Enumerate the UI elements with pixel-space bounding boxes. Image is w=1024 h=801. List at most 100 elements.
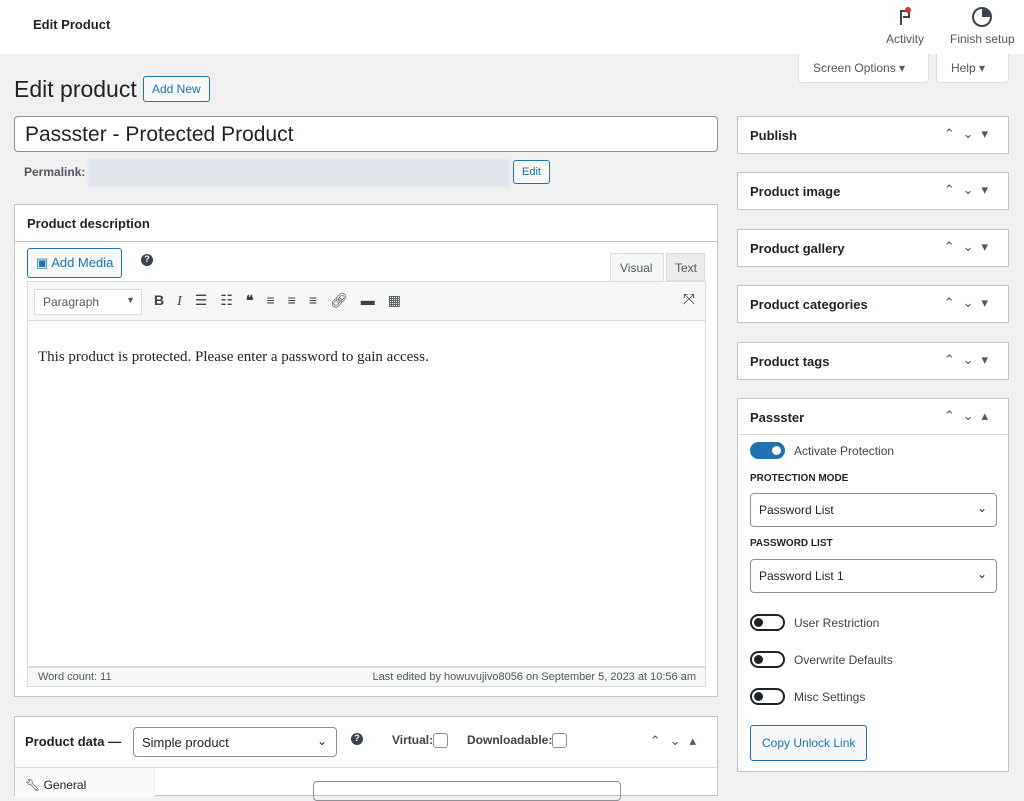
word-count: Word count: 11 bbox=[38, 671, 112, 683]
product-gallery-box[interactable]: Product gallery ⌃⌄▾ bbox=[737, 229, 1009, 267]
fullscreen-icon[interactable]: ⤧ bbox=[683, 291, 695, 308]
format-select[interactable]: Paragraph ▼ bbox=[34, 289, 142, 315]
align-right-icon[interactable]: ≡ bbox=[309, 292, 317, 308]
add-new-button[interactable]: Add New bbox=[143, 76, 210, 102]
downloadable-option[interactable]: Downloadable: bbox=[467, 733, 568, 749]
overwrite-defaults-toggle[interactable]: Overwrite Defaults bbox=[750, 651, 893, 668]
password-list-label: PASSWORD LIST bbox=[750, 538, 833, 549]
finish-setup-label: Finish setup bbox=[950, 32, 1015, 46]
protection-mode-label: PROTECTION MODE bbox=[750, 473, 849, 484]
permalink-url-redacted[interactable] bbox=[88, 159, 510, 187]
product-description-box: Product description ▣ Add Media ? Visual… bbox=[14, 204, 718, 697]
box-controls[interactable]: ⌃⌄▴ bbox=[944, 408, 996, 424]
toolbar-toggle-icon[interactable]: ▦ bbox=[388, 292, 401, 309]
top-bar-title: Edit Product bbox=[33, 17, 111, 32]
misc-settings-toggle[interactable]: Misc Settings bbox=[750, 688, 865, 705]
editor-status-bar: Word count: 11 Last edited by howuvujivo… bbox=[27, 667, 706, 687]
box-title: Product categories bbox=[750, 297, 868, 312]
toggle-label: Activate Protection bbox=[794, 443, 895, 458]
editor-toolbar: Paragraph ▼ B I ☰ ☷ ❝ ≡ ≡ ≡ 🔗︎ ▬ ▦ ⤧ bbox=[27, 281, 706, 321]
align-center-icon[interactable]: ≡ bbox=[288, 292, 296, 308]
product-type-value: Simple product bbox=[142, 735, 229, 750]
numbered-list-icon[interactable]: ☷ bbox=[220, 292, 233, 309]
toggle-switch[interactable] bbox=[750, 614, 785, 631]
chevron-down-icon: ⌄ bbox=[976, 567, 987, 581]
add-media-button[interactable]: ▣ Add Media bbox=[27, 248, 123, 278]
toggle-label: Misc Settings bbox=[794, 689, 866, 704]
virtual-option[interactable]: Virtual: bbox=[392, 733, 449, 749]
tab-text[interactable]: Text bbox=[666, 253, 705, 281]
screen-options-button[interactable]: Screen Options ▾ bbox=[798, 54, 929, 83]
protection-mode-value: Password List bbox=[759, 503, 834, 517]
page-title: Edit product bbox=[14, 76, 137, 102]
product-data-box: Product data — Simple product ⌄ ? Virtual… bbox=[14, 716, 718, 801]
product-tags-box[interactable]: Product tags ⌃⌄▾ bbox=[737, 342, 1009, 380]
chevron-down-icon: ⌄ bbox=[316, 734, 327, 748]
product-title-input[interactable]: Passster - Protected Product bbox=[14, 116, 718, 152]
activity-label: Activity bbox=[886, 32, 925, 46]
wrench-icon: 🔧︎ bbox=[25, 778, 44, 792]
box-controls[interactable]: ⌃⌄▾ bbox=[944, 126, 996, 142]
publish-box[interactable]: Publish ⌃⌄▾ bbox=[737, 116, 1009, 154]
passster-title: Passster bbox=[750, 410, 805, 425]
product-description-title: Product description bbox=[27, 216, 150, 231]
link-icon[interactable]: 🔗︎ bbox=[330, 292, 348, 309]
help-icon[interactable]: ? bbox=[141, 254, 153, 266]
chevron-down-icon: ⌄ bbox=[976, 501, 987, 515]
protection-mode-select[interactable]: Password List ⌄ bbox=[750, 493, 997, 527]
password-list-select[interactable]: Password List 1 ⌄ bbox=[750, 559, 997, 593]
product-image-box[interactable]: Product image ⌃⌄▾ bbox=[737, 172, 1009, 210]
price-input[interactable] bbox=[313, 781, 621, 801]
top-bar: Edit Product Activity Finish setup bbox=[0, 0, 1024, 54]
toggle-label: User Restriction bbox=[794, 615, 880, 630]
format-select-value: Paragraph bbox=[43, 295, 100, 309]
add-media-label: Add Media bbox=[51, 255, 114, 270]
box-title: Product tags bbox=[750, 354, 830, 369]
blockquote-icon[interactable]: ❝ bbox=[246, 292, 254, 309]
progress-circle-icon bbox=[950, 6, 1015, 28]
bullet-list-icon[interactable]: ☰ bbox=[195, 292, 208, 309]
permalink-label: Permalink: bbox=[24, 165, 86, 179]
downloadable-label: Downloadable: bbox=[467, 733, 553, 747]
toggle-switch[interactable] bbox=[750, 651, 785, 668]
box-controls[interactable]: ⌃⌄▾ bbox=[944, 182, 996, 198]
product-data-label: Product data — bbox=[25, 734, 122, 749]
finish-setup-button[interactable]: Finish setup bbox=[950, 6, 1015, 46]
box-title: Publish bbox=[750, 128, 797, 143]
bold-icon[interactable]: B bbox=[154, 292, 164, 308]
flag-icon bbox=[886, 6, 924, 28]
box-controls[interactable]: ⌃⌄▾ bbox=[944, 239, 996, 255]
downloadable-checkbox[interactable] bbox=[552, 733, 568, 749]
virtual-checkbox[interactable] bbox=[433, 733, 449, 749]
align-left-icon[interactable]: ≡ bbox=[266, 292, 274, 308]
editor-content[interactable]: This product is protected. Please enter … bbox=[27, 321, 706, 667]
product-type-select[interactable]: Simple product ⌄ bbox=[133, 727, 337, 757]
editor-text[interactable]: This product is protected. Please enter … bbox=[28, 321, 705, 394]
product-categories-box[interactable]: Product categories ⌃⌄▾ bbox=[737, 285, 1009, 323]
virtual-label: Virtual: bbox=[392, 733, 434, 747]
toggle-switch[interactable] bbox=[750, 442, 785, 459]
toggle-label: Overwrite Defaults bbox=[794, 652, 893, 667]
help-button[interactable]: Help ▾ bbox=[936, 54, 1009, 83]
activate-protection-toggle[interactable]: Activate Protection bbox=[750, 442, 894, 459]
box-controls[interactable]: ⌃⌄▴ bbox=[650, 733, 705, 749]
copy-unlock-link-button[interactable]: Copy Unlock Link bbox=[750, 725, 868, 761]
user-restriction-toggle[interactable]: User Restriction bbox=[750, 614, 879, 631]
activity-button[interactable]: Activity bbox=[886, 6, 924, 46]
box-title: Product image bbox=[750, 184, 841, 199]
read-more-icon[interactable]: ▬ bbox=[361, 292, 375, 308]
box-controls[interactable]: ⌃⌄▾ bbox=[944, 295, 996, 311]
italic-icon[interactable]: I bbox=[177, 294, 182, 310]
permalink-edit-button[interactable]: Edit bbox=[513, 160, 550, 184]
box-controls[interactable]: ⌃⌄▾ bbox=[944, 352, 996, 368]
passster-box: Passster ⌃⌄▴ Activate Protection PROTECT… bbox=[737, 398, 1009, 772]
password-list-value: Password List 1 bbox=[759, 569, 844, 583]
toggle-switch[interactable] bbox=[750, 688, 785, 705]
media-icon: ▣ bbox=[36, 255, 52, 270]
tab-general[interactable]: 🔧︎ General bbox=[15, 768, 155, 798]
tab-visual[interactable]: Visual bbox=[610, 253, 664, 282]
help-icon[interactable]: ? bbox=[351, 733, 363, 745]
last-edited: Last edited by howuvujivo8056 on Septemb… bbox=[372, 671, 696, 683]
box-title: Product gallery bbox=[750, 241, 845, 256]
tab-general-label: General bbox=[43, 778, 87, 792]
